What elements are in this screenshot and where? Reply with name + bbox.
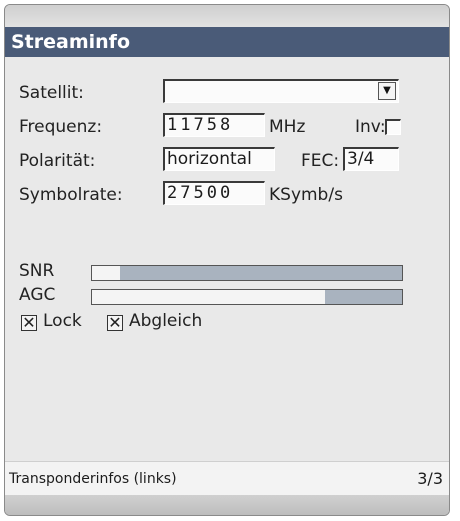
polaritaet-label: Polarität: bbox=[19, 151, 96, 171]
frequenz-unit: MHz bbox=[269, 117, 306, 137]
agc-bar-fill bbox=[325, 290, 402, 304]
lock-label: Lock bbox=[43, 311, 82, 331]
agc-bar bbox=[91, 289, 403, 305]
satellit-select[interactable]: ▼ bbox=[163, 79, 399, 103]
bottom-frame-strip bbox=[5, 495, 449, 515]
snr-label: SNR bbox=[19, 261, 55, 281]
frequenz-field[interactable]: 11758 bbox=[163, 113, 265, 137]
window-title: Streaminfo bbox=[5, 27, 449, 57]
symbolrate-label: Symbolrate: bbox=[19, 185, 123, 205]
frequenz-label: Frequenz: bbox=[19, 117, 103, 137]
fec-field[interactable]: 3/4 bbox=[343, 147, 399, 171]
x-mark-icon: ✕ bbox=[108, 313, 122, 332]
x-mark-icon: ✕ bbox=[22, 313, 36, 332]
snr-bar-fill bbox=[120, 266, 402, 280]
symbolrate-unit: KSymb/s bbox=[269, 185, 343, 205]
satellit-label: Satellit: bbox=[19, 83, 84, 103]
abgleich-label: Abgleich bbox=[129, 311, 203, 331]
status-bar: Transponderinfos (links) 3/3 bbox=[5, 461, 449, 496]
status-text: Transponderinfos (links) bbox=[9, 471, 177, 487]
agc-label: AGC bbox=[19, 285, 56, 305]
symbolrate-field[interactable]: 27500 bbox=[163, 181, 265, 205]
polaritaet-field[interactable]: horizontal bbox=[163, 147, 275, 171]
lock-checkbox[interactable]: ✕ bbox=[21, 315, 37, 331]
inv-checkbox[interactable] bbox=[385, 119, 401, 135]
top-frame-strip bbox=[5, 5, 449, 27]
page-indicator: 3/3 bbox=[417, 469, 443, 488]
inv-label: Inv: bbox=[355, 117, 386, 137]
streaminfo-window: Streaminfo Satellit: ▼ Frequenz: 11758 M… bbox=[4, 4, 450, 516]
streaminfo-content: Satellit: ▼ Frequenz: 11758 MHz Inv: Pol… bbox=[5, 57, 449, 461]
abgleich-checkbox[interactable]: ✕ bbox=[107, 315, 123, 331]
dropdown-arrow-icon[interactable]: ▼ bbox=[378, 82, 396, 100]
snr-bar bbox=[91, 265, 403, 281]
fec-label: FEC: bbox=[301, 151, 340, 171]
